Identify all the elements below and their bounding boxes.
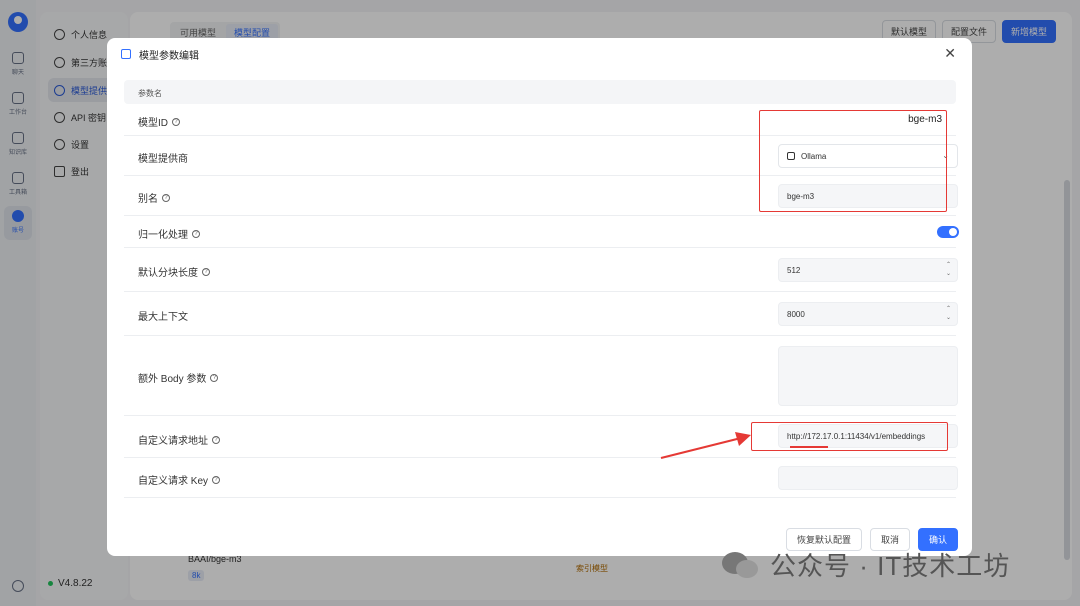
edit-icon	[121, 49, 131, 59]
help-icon[interactable]: ?	[212, 435, 220, 444]
normalize-toggle[interactable]	[937, 226, 959, 238]
row-extra-body: 额外 Body 参数?	[124, 336, 958, 416]
help-icon[interactable]: ?	[210, 373, 219, 382]
chunk-length-input[interactable]: 512 ⌃ ⌄	[778, 258, 958, 282]
row-chunk-length: 默认分块长度? 512 ⌃ ⌄	[124, 248, 958, 292]
help-icon[interactable]: ?	[212, 475, 221, 484]
stepper-icon[interactable]: ⌃ ⌄	[946, 261, 951, 279]
row-normalize: 归一化处理?	[124, 216, 959, 248]
request-key-input[interactable]	[778, 466, 958, 490]
row-max-context: 最大上下文 8000 ⌃ ⌄	[124, 292, 958, 336]
help-icon[interactable]: ?	[192, 229, 200, 238]
help-icon[interactable]: ?	[162, 193, 170, 202]
column-header: 参数名	[124, 80, 956, 104]
annotation-arrow-icon	[660, 432, 751, 459]
highlight-box-model-identity	[759, 110, 947, 212]
wechat-icon	[722, 550, 762, 580]
highlight-box-request-url	[751, 422, 948, 451]
extra-body-textarea[interactable]	[778, 346, 958, 406]
help-icon[interactable]: ?	[202, 267, 210, 276]
modal-header: 模型参数编辑	[107, 38, 972, 70]
stepper-icon[interactable]: ⌃ ⌄	[946, 305, 951, 323]
close-icon[interactable]: ✕	[944, 46, 956, 60]
max-context-input[interactable]: 8000 ⌃ ⌄	[778, 302, 958, 326]
help-icon[interactable]: ?	[172, 117, 180, 126]
watermark: 公众号 · IT技术工坊	[722, 546, 1010, 583]
modal-title: 模型参数编辑	[139, 50, 199, 62]
row-request-key: 自定义请求 Key?	[124, 458, 958, 498]
url-underline	[790, 446, 828, 448]
